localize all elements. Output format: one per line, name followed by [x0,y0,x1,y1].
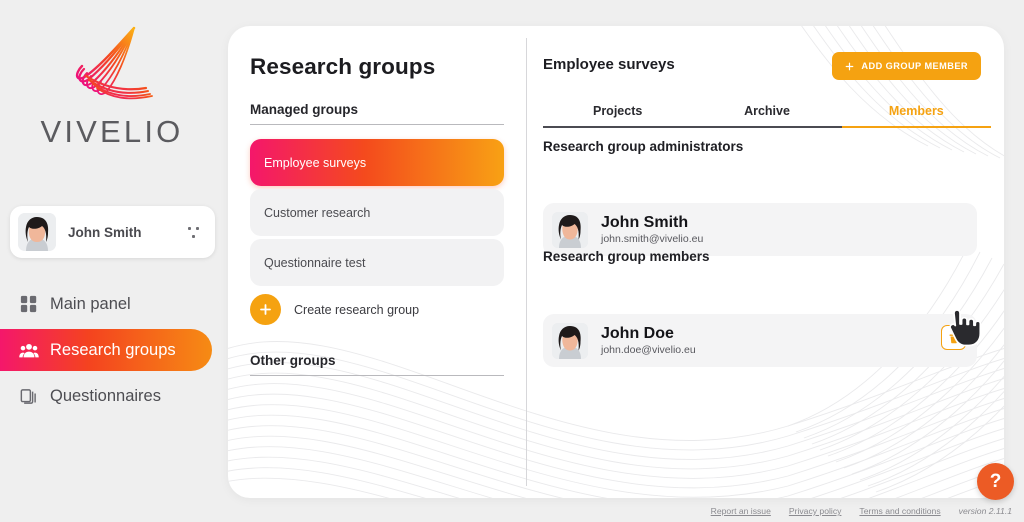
tab-label: Projects [592,104,643,118]
managed-groups-list: Employee surveys Customer research Quest… [250,139,504,289]
sidebar-item-main-panel[interactable]: Main panel [0,283,224,325]
profile-name: John Smith [68,224,142,240]
tab-label: Members [888,104,944,118]
profile-menu-icon[interactable] [187,223,203,241]
group-details-column: Employee surveys ADD GROUP MEMBER Projec… [543,26,991,498]
tab-projects[interactable]: Projects [543,104,693,128]
documents-stack-icon [18,385,40,407]
user-profile-card[interactable]: John Smith [10,206,215,258]
person-email: john.smith@vivelio.eu [601,233,704,246]
group-item-label: Questionnaire test [264,255,366,270]
help-button[interactable]: ? [977,463,1014,500]
group-item-employee-surveys[interactable]: Employee surveys [250,139,504,186]
administrator-info: John Smith john.smith@vivelio.eu [601,214,703,246]
person-name: John Doe [601,324,674,342]
plus-icon [846,62,854,70]
report-issue-link[interactable]: Report an issue [711,506,771,516]
column-divider [526,38,527,486]
brand-name: VIVELIO [40,114,184,149]
sidebar-item-label: Main panel [50,294,131,313]
group-item-label: Customer research [264,205,371,220]
privacy-policy-link[interactable]: Privacy policy [789,506,842,516]
vivelio-logo-icon [75,26,153,100]
brand-logo: VIVELIO [0,22,224,150]
member-row[interactable]: John Doe john.doe@vivelio.eu [543,314,977,367]
people-group-icon [18,339,40,361]
avatar [18,213,56,251]
add-group-member-button[interactable]: ADD GROUP MEMBER [832,52,981,80]
create-research-group-button[interactable]: Create research group [250,294,419,325]
tab-label: Archive [744,104,790,118]
version-label: version 2.11.1 [958,506,1012,516]
member-info: John Doe john.doe@vivelio.eu [601,325,696,357]
group-item-questionnaire-test[interactable]: Questionnaire test [250,239,504,286]
other-groups-label: Other groups [250,353,504,376]
managed-groups-label: Managed groups [250,102,504,125]
page-title: Research groups [250,54,436,79]
app-window: VIVELIO John Smith Main panel Research g… [0,0,1024,522]
groups-column: Research groups Managed groups Employee … [250,26,526,498]
avatar [552,322,588,359]
administrators-heading: Research group administrators [543,139,744,154]
members-heading: Research group members [543,249,710,264]
group-title: Employee surveys [543,56,675,73]
group-item-customer-research[interactable]: Customer research [250,189,504,236]
tab-archive[interactable]: Archive [692,104,842,128]
main-navigation: Main panel Research groups Questionnaire… [0,283,224,421]
sidebar-item-questionnaires[interactable]: Questionnaires [0,375,224,417]
sidebar-item-research-groups[interactable]: Research groups [0,329,212,371]
sidebar-item-label: Research groups [50,340,176,359]
person-email: john.doe@vivelio.eu [601,344,696,357]
grid-icon [18,293,40,315]
main-content-card: Research groups Managed groups Employee … [228,26,1004,498]
tab-members[interactable]: Members [841,104,991,128]
delete-member-button[interactable] [941,325,966,350]
sidebar: VIVELIO John Smith Main panel Research g… [0,0,224,522]
terms-conditions-link[interactable]: Terms and conditions [859,506,940,516]
sidebar-item-label: Questionnaires [50,386,161,405]
create-research-group-label: Create research group [294,302,420,317]
add-group-member-label: ADD GROUP MEMBER [861,61,968,71]
avatar [552,211,588,248]
tab-bar: Projects Archive Members [543,96,991,128]
footer: Report an issue Privacy policy Terms and… [711,506,1012,516]
plus-icon [250,294,281,325]
person-name: John Smith [601,213,689,231]
trash-icon [949,332,958,343]
group-item-label: Employee surveys [264,155,367,170]
